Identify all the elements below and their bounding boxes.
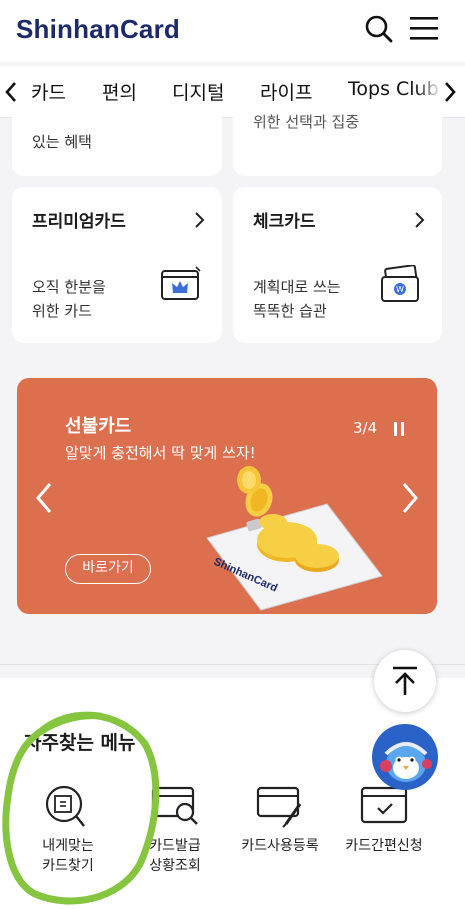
favorite-item-easy-apply[interactable]: 카드간편신청 (334, 782, 434, 856)
check-card-tile[interactable]: 체크카드 계획대로 쓰는 똑똑한 습관 W (233, 187, 442, 343)
arrow-up-icon (393, 666, 417, 695)
banner-page-indicator: 3/4 (353, 419, 378, 437)
card-search-icon (45, 785, 85, 827)
shinhancard-logo[interactable]: ShinhanCard (16, 14, 180, 45)
banner-title: 선불카드 (65, 416, 132, 437)
penguin-mascot-icon (380, 742, 432, 782)
prepaid-card-illustration: ShinhanCard (206, 466, 383, 611)
tile-title: 체크카드 (253, 212, 316, 232)
selection-card-tile[interactable]: 위한 선택과 집중 (233, 104, 442, 176)
issue-status-icon (151, 786, 198, 825)
favorite-item-card-register[interactable]: 카드사용등록 (230, 782, 330, 856)
chevron-right-icon (195, 212, 205, 228)
favorite-label: 내게맞는 카드찾기 (42, 838, 94, 874)
prepaid-card-banner[interactable]: 선불카드 알맞게 충전해서 딱 맞게 쓰자! 3/4 바로가기 ShinhanC… (17, 378, 437, 614)
tab-card[interactable]: 카드 (31, 78, 66, 117)
tile-desc: 오직 한분을 위한 카드 (32, 278, 106, 320)
favorite-label: 카드발급 상황조회 (149, 838, 201, 874)
tile-title: 프리미엄카드 (32, 212, 126, 232)
favorite-label: 카드간편신청 (345, 838, 423, 854)
tab-digital[interactable]: 디지털 (172, 78, 224, 105)
premium-card-tile[interactable]: 프리미엄카드 오직 한분을 위한 카드 (12, 187, 222, 343)
premium-card-crown-icon (161, 266, 201, 300)
go-button[interactable]: 바로가기 (65, 554, 151, 584)
favorites-section: 자주찾는 메뉴 내게맞는 카드찾기 카드발급 상황조회 카드사용등록 카드간편신… (0, 678, 465, 909)
benefit-card-tile[interactable]: 있는 혜택 (12, 104, 222, 176)
banner-prev-icon[interactable] (35, 482, 53, 514)
tile-desc: 계획대로 쓰는 똑똑한 습관 (253, 278, 341, 320)
search-icon[interactable] (364, 14, 394, 44)
favorites-title: 자주찾는 메뉴 (24, 732, 136, 754)
top-header: ShinhanCard (0, 0, 465, 62)
tab-life[interactable]: 라이프 (260, 78, 312, 105)
scroll-to-top-button[interactable] (374, 650, 436, 712)
hamburger-menu-icon[interactable] (410, 15, 438, 41)
tab-convenience[interactable]: 편의 (102, 78, 137, 105)
tile-desc: 있는 혜택 (32, 133, 92, 151)
favorite-item-card-finder[interactable]: 내게맞는 카드찾기 (18, 782, 118, 876)
chatbot-mascot-button[interactable] (372, 724, 438, 790)
chevron-right-icon (415, 212, 425, 228)
card-register-icon (256, 786, 302, 828)
svg-text:W: W (396, 285, 404, 294)
banner-subtitle: 알맞게 충전해서 딱 맞게 쓰자! (65, 444, 256, 462)
pause-icon[interactable] (394, 422, 404, 436)
favorite-label: 카드사용등록 (241, 838, 319, 854)
tabs-scroll-right-icon[interactable] (441, 80, 459, 104)
tabs-scroll-left-icon[interactable] (2, 80, 20, 104)
tile-desc: 위한 선택과 집중 (253, 113, 360, 131)
check-card-won-icon: W (381, 265, 419, 302)
favorite-item-issue-status[interactable]: 카드발급 상황조회 (125, 782, 225, 876)
banner-next-icon[interactable] (401, 482, 419, 514)
